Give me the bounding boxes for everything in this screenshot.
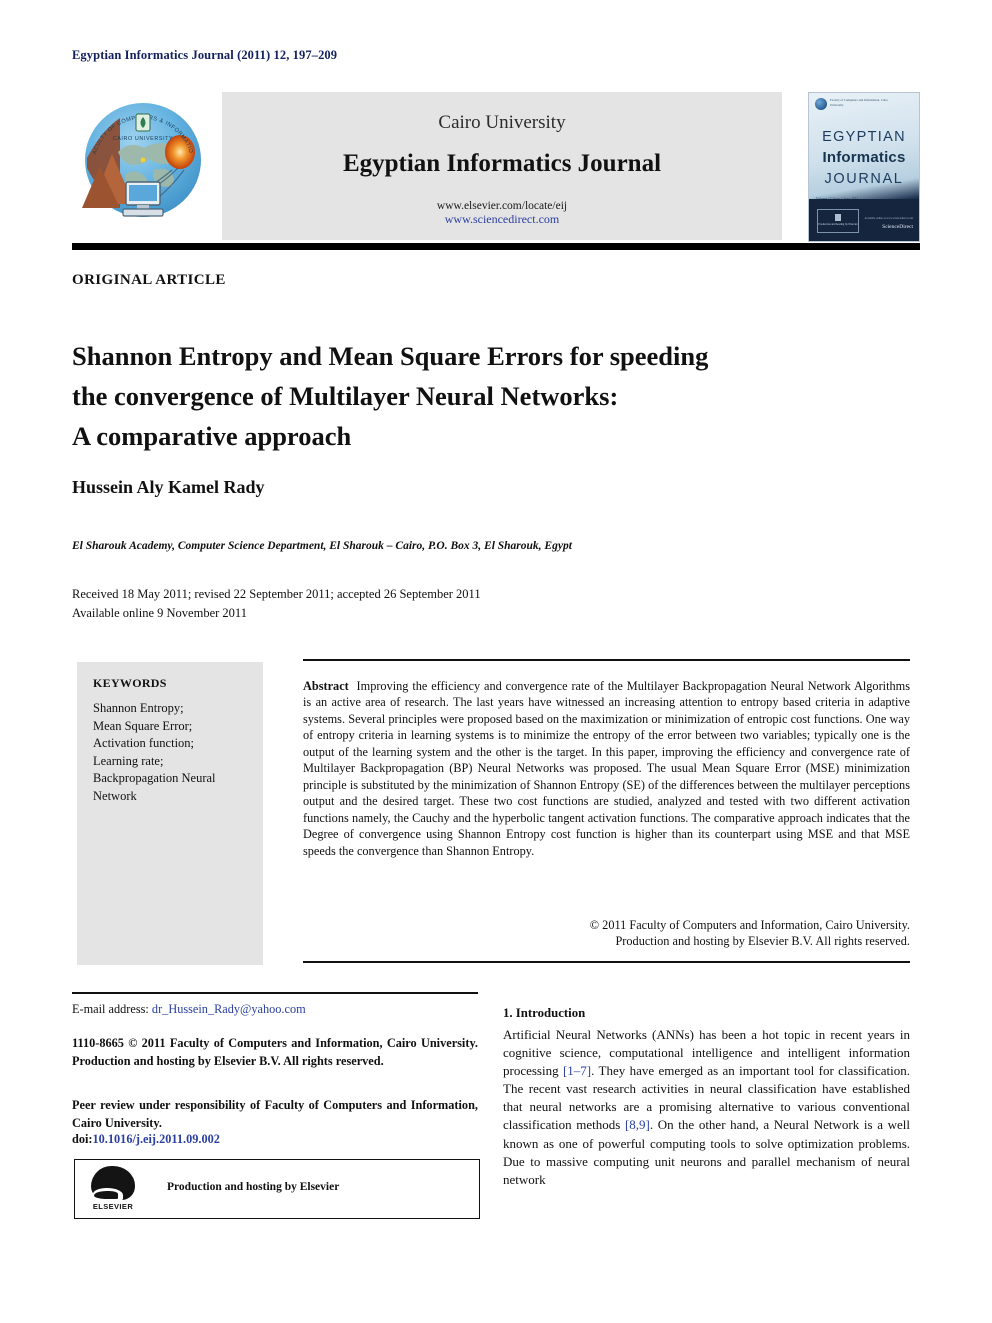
keyword-item: Mean Square Error; (93, 718, 193, 733)
masthead-sciencedirect-url[interactable]: www.sciencedirect.com (222, 212, 782, 227)
keywords-heading: KEYWORDS (93, 676, 167, 690)
cover-logo-text: Faculty of Computers and Information, Ca… (830, 98, 888, 107)
masthead-university: Cairo University (438, 112, 566, 133)
elsevier-logo-icon: ELSEVIER (89, 1166, 137, 1212)
citation-ref-2[interactable]: [8,9] (625, 1117, 650, 1132)
cover-production-box: Production and hosting by Elsevier (817, 209, 859, 233)
masthead-elsevier-url[interactable]: www.elsevier.com/locate/eij (222, 200, 782, 212)
doi-link[interactable]: 10.1016/j.eij.2011.09.002 (93, 1132, 220, 1146)
masthead-center-panel: Cairo University Egyptian Informatics Jo… (222, 92, 782, 240)
seal-crest-icon (135, 113, 151, 132)
keyword-item: Shannon Entropy; (93, 701, 184, 715)
citation-ref-1[interactable]: [1–7] (563, 1063, 591, 1078)
footer-divider-rule (72, 992, 478, 994)
elsevier-production-text: Production and hosting by Elsevier (167, 1181, 340, 1193)
keyword-item: Activation function; (93, 736, 195, 750)
masthead: FACULTY OF COMPUTERS & INFORMATION CAIRO… (72, 92, 920, 242)
title-line-3: A comparative approach (72, 420, 352, 451)
article-history: Received 18 May 2011; revised 22 Septemb… (72, 585, 902, 623)
article-type-label: ORIGINAL ARTICLE (72, 272, 226, 288)
abstract-top-rule (303, 659, 910, 661)
abstract-label: Abstract (303, 679, 349, 693)
computer-icon (122, 181, 164, 217)
keywords-list: Shannon Entropy; Mean Square Error; Acti… (93, 700, 253, 805)
running-head: Egyptian Informatics Journal (2011) 12, … (72, 48, 338, 62)
footer-issn-copyright: 1110-8665 © 2011 Faculty of Computers an… (72, 1036, 478, 1068)
page-title: Shannon Entropy and Mean Square Errors f… (72, 336, 902, 456)
author-email-link[interactable]: dr_Hussein_Rady@yahoo.com (152, 1002, 306, 1016)
cover-sciencedirect-wordmark: ScienceDirect (882, 224, 913, 230)
journal-cover-thumbnail: Faculty of Computers and Information, Ca… (808, 92, 920, 242)
email-label: E-mail address: (72, 1002, 149, 1016)
cover-production-text: Production and hosting by Elsevier (818, 223, 858, 226)
cover-line-journal: JOURNAL (824, 171, 904, 187)
masthead-divider-rule (72, 243, 920, 250)
history-received: Received 18 May 2011; revised 22 Septemb… (72, 587, 481, 601)
elsevier-wordmark: ELSEVIER (92, 1202, 134, 1211)
keyword-item: Learning rate; (93, 753, 164, 768)
footer-peer-review: Peer review under responsibility of Facu… (72, 1098, 478, 1130)
elsevier-figure-inner-shape (94, 1191, 118, 1199)
doi-label: doi: (72, 1132, 93, 1146)
author-affiliation: El Sharouk Academy, Computer Science Dep… (72, 540, 572, 552)
cairo-university-seal-icon: FACULTY OF COMPUTERS & INFORMATION CAIRO… (82, 96, 201, 217)
elsevier-production-box: ELSEVIER Production and hosting by Elsev… (74, 1159, 480, 1219)
footer-doi: doi:10.1016/j.eij.2011.09.002 (72, 1132, 220, 1147)
masthead-journal-title: Egyptian Informatics Journal (342, 150, 662, 177)
keywords-box: KEYWORDS Shannon Entropy; Mean Square Er… (77, 662, 263, 965)
history-available: Available online 9 November 2011 (72, 606, 247, 620)
title-line-1: Shannon Entropy and Mean Square Errors f… (72, 340, 709, 371)
cover-production-glyph-icon (835, 214, 841, 221)
footer-email-line: E-mail address: dr_Hussein_Rady@yahoo.co… (72, 1002, 478, 1017)
author-name: Hussein Aly Kamel Rady (72, 477, 265, 497)
keyword-item: Backpropagation Neural Network (93, 771, 216, 803)
cover-line-informatics: Informatics (822, 149, 906, 166)
article-page: Egyptian Informatics Journal (2011) 12, … (0, 0, 992, 1323)
title-line-2: the convergence of Multilayer Neural Net… (72, 380, 619, 411)
introduction-body: Artificial Neural Networks (ANNs) has be… (503, 1026, 910, 1189)
copyright-line-2: Production and hosting by Elsevier B.V. … (615, 934, 910, 949)
cover-sciencedirect-note: Available online at www.sciencedirect.co… (864, 217, 913, 220)
seal-university-text: CAIRO UNIVERSITY (113, 136, 174, 142)
abstract-copyright: © 2011 Faculty of Computers and Informat… (303, 917, 910, 950)
abstract-text: Abstract Improving the efficiency and co… (303, 678, 910, 859)
abstract-body: Improving the efficiency and convergence… (303, 679, 911, 858)
introduction-heading: 1. Introduction (503, 1005, 586, 1020)
abstract-bottom-rule (303, 961, 910, 963)
copyright-line-1: © 2011 Faculty of Computers and Informat… (589, 918, 910, 932)
cover-logo-icon (815, 98, 827, 110)
cover-line-egyptian: EGYPTIAN (822, 129, 906, 145)
